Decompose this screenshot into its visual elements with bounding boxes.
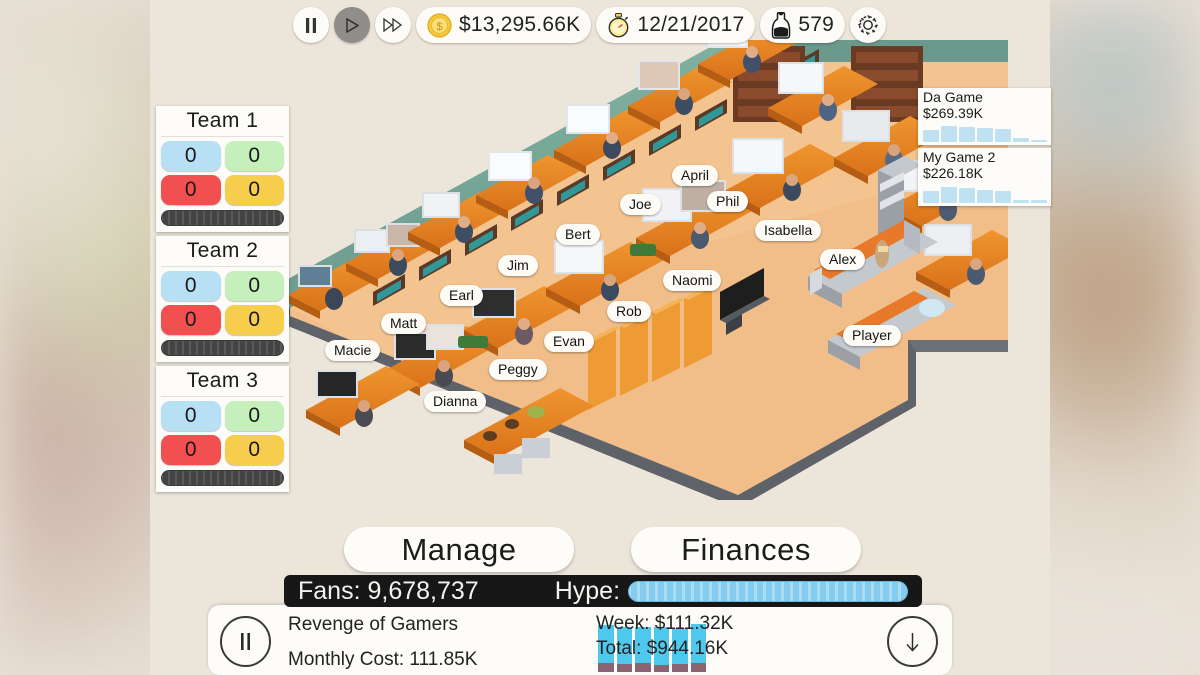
team-chip-art[interactable]: 0 [161,305,221,335]
team-title: Team 1 [161,108,284,137]
team-stat-chips[interactable]: 0 0 0 0 [161,401,284,465]
current-project-name: Revenge of Gamers [288,614,459,635]
money-display: $ $13,295.66K [416,7,592,43]
arrow-down-icon [906,632,919,652]
play-button[interactable] [334,7,370,43]
team-chip-tech[interactable]: 0 [224,141,284,171]
name-tag-phil[interactable]: Phil [707,191,749,212]
project-status-panel: Revenge of Gamers Monthly Cost: 111.85K … [208,605,952,675]
team-chip-design[interactable]: 0 [161,141,221,171]
name-tag-alex[interactable]: Alex [820,249,866,270]
name-tag-bert[interactable]: Bert [556,224,600,245]
name-tag-jim[interactable]: Jim [498,255,538,276]
game-name: Da Game [923,89,983,105]
date-display: 12/21/2017 [596,7,756,43]
team-panel[interactable]: Team 3 0 0 0 0 [156,366,289,492]
team-progress-bar [161,340,284,356]
finances-button[interactable]: Finances [631,527,861,572]
settings-button[interactable] [850,7,887,43]
name-tag-evan[interactable]: Evan [544,331,594,352]
game-revenue-bars [923,122,1047,143]
office-floor [268,40,1008,500]
game-revenue-bars [923,183,1047,203]
game-revenue: $226.18K [923,165,983,182]
game-card[interactable]: Da Game $269.39K [918,88,1051,146]
champagne-bottle-icon [771,11,791,39]
team-title: Team 3 [161,368,284,397]
game-name: My Game 2 [923,149,996,166]
fans-display: 579 [760,7,846,43]
manage-button[interactable]: Manage [344,527,574,572]
name-tag-joe[interactable]: Joe [620,194,661,215]
monthly-cost-label: Monthly Cost: 111.85K [288,649,478,670]
stopwatch-icon [607,12,630,38]
team-chip-support[interactable]: 0 [224,175,284,205]
name-tag-macie[interactable]: Macie [325,340,381,361]
name-tag-naomi[interactable]: Naomi [663,270,722,291]
name-tag-earl[interactable]: Earl [440,285,483,306]
play-icon [346,17,359,33]
name-tag-dianna[interactable]: Dianna [424,391,487,412]
team-chip-art[interactable]: 0 [161,435,221,465]
team-chip-tech[interactable]: 0 [224,401,284,431]
game-screenshot: $ $13,295.66K 12/21/2017 579 Team 1 0 0 … [0,0,1200,675]
team-panel[interactable]: Team 1 0 0 0 0 [156,106,289,232]
panel-pause-button[interactable] [220,616,271,667]
primary-action-buttons[interactable]: Manage Finances [344,527,864,572]
name-tag-isabella[interactable]: Isabella [755,220,822,241]
fast-forward-button[interactable] [375,7,411,43]
fans-hype-bar: Fans: 9,678,737 Hype: [284,575,922,607]
team-stat-chips[interactable]: 0 0 0 0 [161,271,284,335]
pause-button[interactable] [293,7,329,43]
team-chip-tech[interactable]: 0 [224,271,284,301]
fans-label: Fans: 9,678,737 [298,576,479,605]
name-tag-matt[interactable]: Matt [381,313,427,334]
office-scene[interactable] [268,40,1008,500]
game-card[interactable]: My Game 2 $226.18K [918,148,1051,206]
collapse-panel-button[interactable] [887,616,938,667]
fans-count: 579 [798,13,835,36]
svg-text:$: $ [436,21,442,33]
date-value: 12/21/2017 [637,13,745,36]
team-progress-bar [161,470,284,486]
team-chip-art[interactable]: 0 [161,175,221,205]
hype-meter [628,580,908,602]
team-chip-design[interactable]: 0 [161,271,221,301]
team-chip-support[interactable]: 0 [224,305,284,335]
team-panel[interactable]: Team 2 0 0 0 0 [156,236,289,362]
hype-label: Hype: [554,576,621,605]
week-revenue-label: Week: $111.32K [596,613,734,634]
game-revenue-list[interactable]: Da Game $269.39K My Game 2 $226.18K [918,88,1051,209]
fast-forward-icon [383,18,403,32]
name-tag-player[interactable]: Player [843,325,901,346]
team-chip-support[interactable]: 0 [224,435,284,465]
team-chip-design[interactable]: 0 [161,401,221,431]
name-tag-rob[interactable]: Rob [607,301,651,322]
money-value: $13,295.66K [459,13,581,36]
pause-icon [306,17,316,33]
name-tag-april[interactable]: April [672,165,719,186]
top-toolbar[interactable]: $ $13,295.66K 12/21/2017 579 [293,4,887,46]
total-revenue-label: Total: $944.16K [596,638,729,659]
team-title: Team 2 [161,238,284,267]
team-panel-list[interactable]: Team 1 0 0 0 0 Team 2 0 0 0 0 Team 3 0 0… [156,106,289,496]
pause-icon [241,633,250,650]
coin-icon: $ [427,12,452,38]
name-tag-peggy[interactable]: Peggy [489,359,547,380]
game-revenue: $269.39K [923,104,983,121]
gear-icon [858,15,879,35]
team-stat-chips[interactable]: 0 0 0 0 [161,141,284,205]
team-progress-bar [161,210,284,226]
